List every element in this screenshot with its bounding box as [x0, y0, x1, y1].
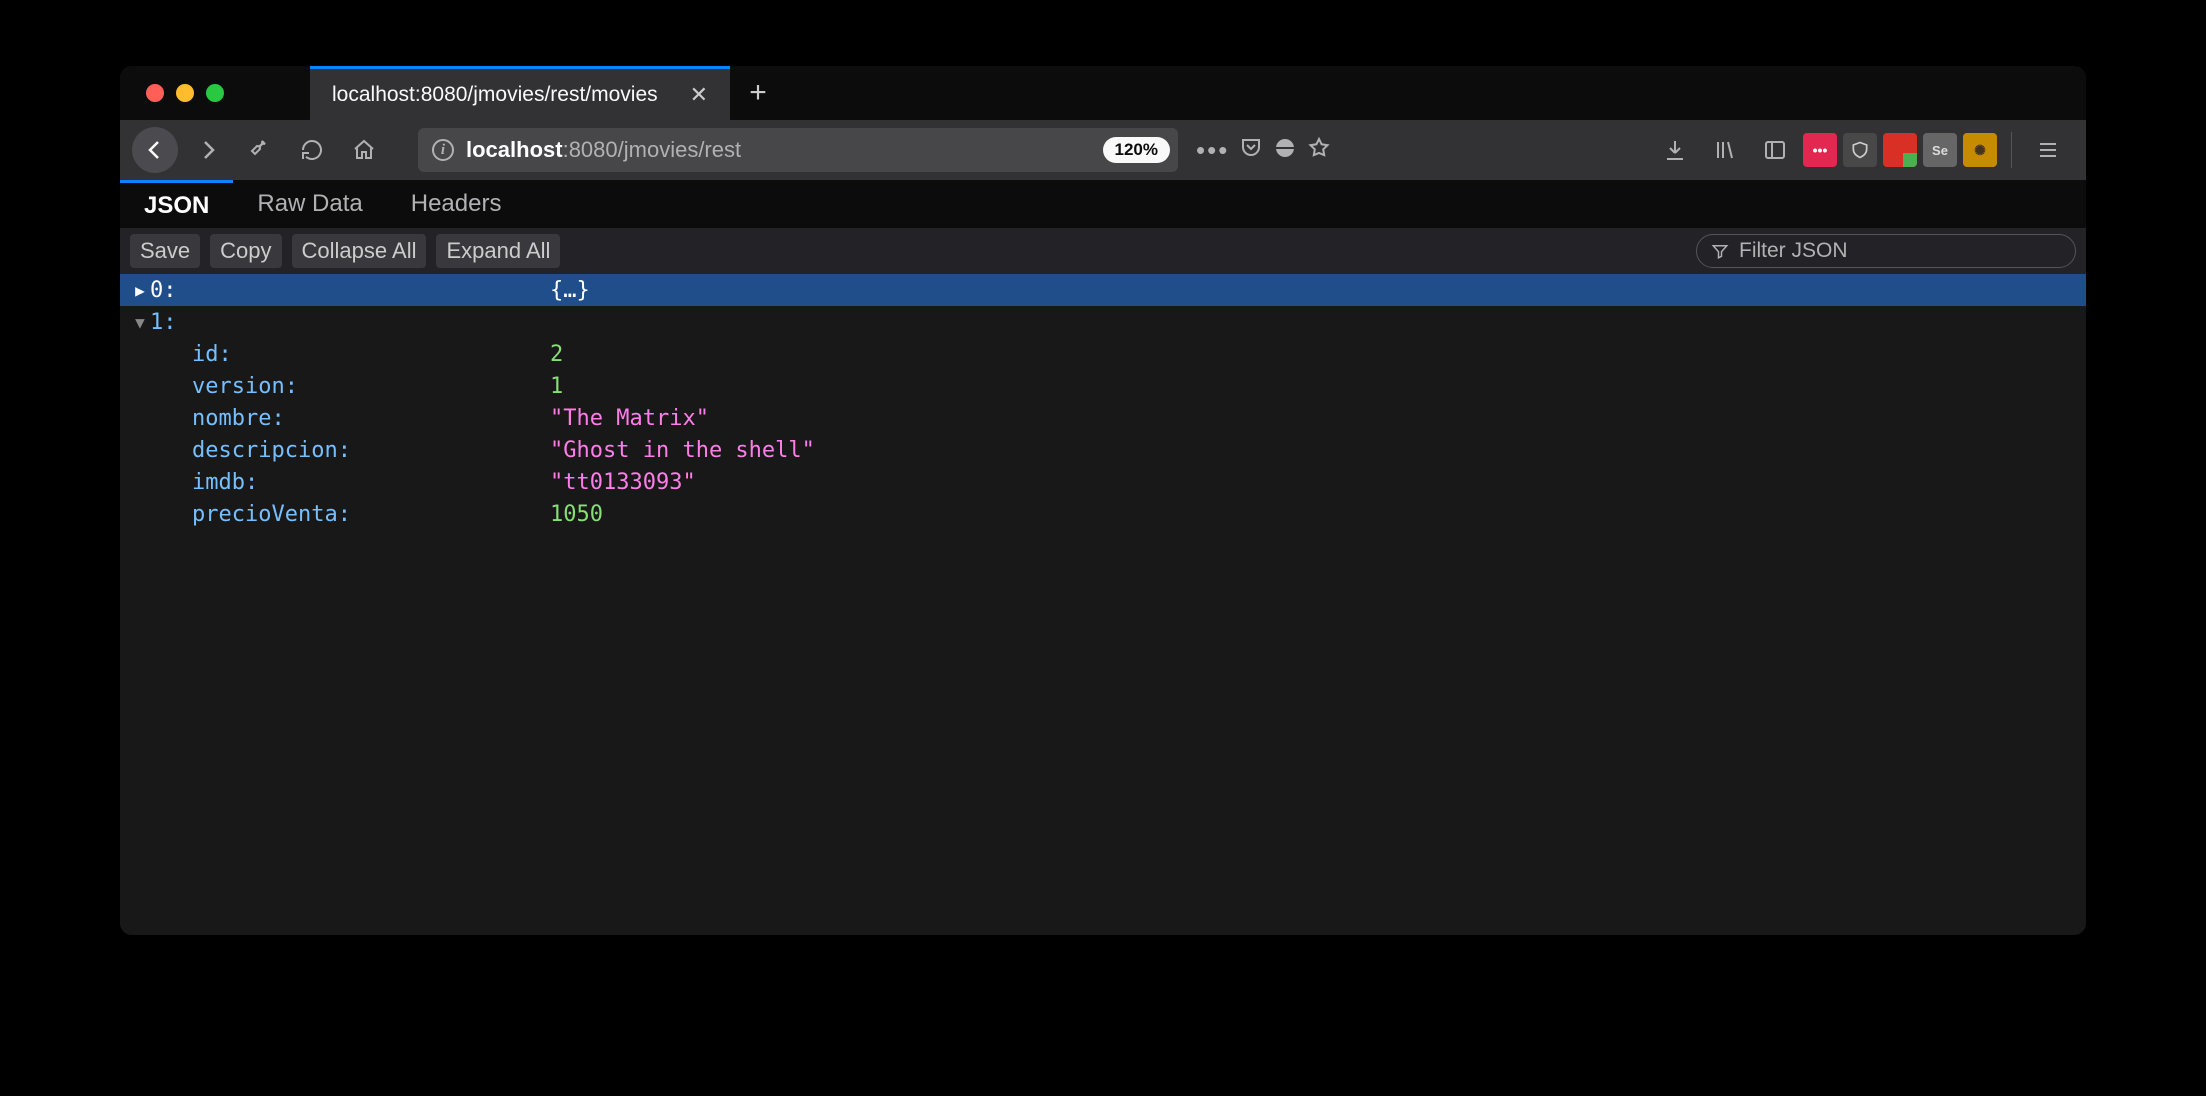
browser-window: localhost:8080/jmovies/rest/movies ✕ +	[120, 66, 2086, 935]
toolbar-separator	[2011, 132, 2012, 168]
json-key: imdb:	[192, 470, 258, 495]
tree-row-version[interactable]: version: 1	[120, 370, 2086, 402]
library-icon[interactable]	[1703, 128, 1747, 172]
more-actions-icon[interactable]: •••	[1196, 135, 1229, 166]
zoom-window-button[interactable]	[206, 84, 224, 102]
json-value: 2	[550, 342, 563, 367]
collapse-all-button[interactable]: Collapse All	[292, 234, 427, 268]
json-key: descripcion:	[192, 438, 351, 463]
tab-headers[interactable]: Headers	[387, 180, 526, 228]
bookmark-star-icon[interactable]	[1307, 136, 1331, 165]
json-viewer-tabs: JSON Raw Data Headers	[120, 180, 2086, 228]
tab-rawdata[interactable]: Raw Data	[233, 180, 386, 228]
hamburger-menu-icon[interactable]	[2026, 128, 2070, 172]
page-actions: •••	[1186, 135, 1345, 166]
json-value: "tt0133093"	[550, 470, 696, 495]
back-button[interactable]	[132, 127, 178, 173]
tree-row-precioventa[interactable]: precioVenta: 1050	[120, 498, 2086, 530]
tree-row-imdb[interactable]: imdb: "tt0133093"	[120, 466, 2086, 498]
tab-json[interactable]: JSON	[120, 180, 233, 228]
json-key: 0:	[150, 278, 177, 303]
downloads-icon[interactable]	[1653, 128, 1697, 172]
tab-title: localhost:8080/jmovies/rest/movies	[332, 83, 684, 107]
json-toolbar: Save Copy Collapse All Expand All Filter…	[120, 228, 2086, 274]
json-key: precioVenta:	[192, 502, 351, 527]
tree-row-id[interactable]: id: 2	[120, 338, 2086, 370]
forward-button[interactable]	[186, 128, 230, 172]
new-tab-button[interactable]: +	[730, 66, 786, 120]
collapse-icon[interactable]: ▼	[130, 313, 150, 332]
json-key: nombre:	[192, 406, 285, 431]
tree-row-0[interactable]: ▶ 0: {…}	[120, 274, 2086, 306]
site-info-icon[interactable]: i	[432, 139, 454, 161]
window-controls	[120, 66, 246, 120]
dev-tools-icon[interactable]	[238, 128, 282, 172]
filter-icon	[1711, 242, 1729, 260]
toolbar-right: ••• Se ✺	[1653, 128, 2074, 172]
zoom-badge[interactable]: 120%	[1103, 137, 1170, 163]
json-key: id:	[192, 342, 232, 367]
filter-input[interactable]: Filter JSON	[1696, 234, 2076, 268]
extension-sun-icon[interactable]: ✺	[1963, 133, 1997, 167]
json-key: version:	[192, 374, 298, 399]
copy-button[interactable]: Copy	[210, 234, 281, 268]
url-bar[interactable]: i localhost:8080/jmovies/rest 120%	[418, 128, 1178, 172]
save-button[interactable]: Save	[130, 234, 200, 268]
sidebar-icon[interactable]	[1753, 128, 1797, 172]
json-value: "The Matrix"	[550, 406, 709, 431]
extension-ublock-icon[interactable]	[1843, 133, 1877, 167]
tracking-protection-icon[interactable]	[1273, 136, 1297, 165]
reload-button[interactable]	[290, 128, 334, 172]
json-value: 1	[550, 374, 563, 399]
tree-row-1[interactable]: ▼ 1:	[120, 306, 2086, 338]
tab-strip: localhost:8080/jmovies/rest/movies ✕ +	[120, 66, 2086, 120]
expand-all-button[interactable]: Expand All	[436, 234, 560, 268]
tree-row-nombre[interactable]: nombre: "The Matrix"	[120, 402, 2086, 434]
tree-row-descripcion[interactable]: descripcion: "Ghost in the shell"	[120, 434, 2086, 466]
json-value: {…}	[550, 278, 590, 303]
extension-red-icon[interactable]	[1883, 133, 1917, 167]
json-value: "Ghost in the shell"	[550, 438, 815, 463]
url-text: localhost:8080/jmovies/rest	[466, 137, 1091, 163]
pocket-icon[interactable]	[1239, 136, 1263, 165]
json-value: 1050	[550, 502, 603, 527]
minimize-window-button[interactable]	[176, 84, 194, 102]
expand-icon[interactable]: ▶	[130, 281, 150, 300]
close-tab-icon[interactable]: ✕	[684, 80, 714, 110]
extension-selenium-icon[interactable]: Se	[1923, 133, 1957, 167]
home-button[interactable]	[342, 128, 386, 172]
nav-toolbar: i localhost:8080/jmovies/rest 120% ••• •…	[120, 120, 2086, 180]
json-key: 1:	[150, 310, 177, 335]
close-window-button[interactable]	[146, 84, 164, 102]
filter-placeholder: Filter JSON	[1739, 239, 1848, 263]
json-tree: ▶ 0: {…} ▼ 1: id: 2 version: 1 nombre: "…	[120, 274, 2086, 935]
browser-tab[interactable]: localhost:8080/jmovies/rest/movies ✕	[310, 66, 730, 120]
extension-lastpass-icon[interactable]: •••	[1803, 133, 1837, 167]
